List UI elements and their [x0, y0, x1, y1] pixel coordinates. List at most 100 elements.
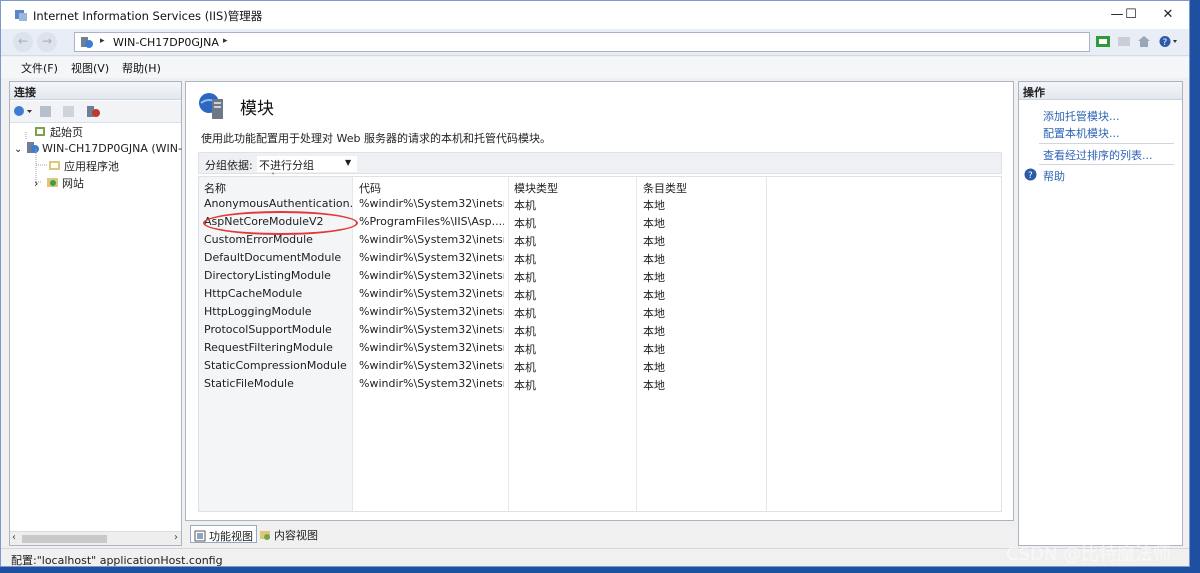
- table-row[interactable]: DefaultDocumentModule %windir%\System32\i…: [199, 249, 779, 267]
- cell-name: HttpCacheModule: [204, 287, 303, 300]
- modules-panel: 模块 使用此功能配置用于处理对 Web 服务器的请求的本机和托管代码模块。 分组…: [185, 81, 1014, 521]
- menu-bar: 文件(F) 视图(V) 帮助(H): [1, 57, 1189, 78]
- window-title: Internet Information Services (IIS)管理器: [33, 9, 263, 23]
- close-button[interactable]: ✕: [1145, 1, 1189, 29]
- cell-name: DirectoryListingModule: [204, 269, 331, 282]
- col-header-name[interactable]: 名称: [204, 180, 226, 196]
- tree-app-pools[interactable]: 应用程序池: [48, 158, 119, 174]
- highlight-circle: [203, 211, 358, 235]
- configure-native-modules-link[interactable]: 配置本机模块...: [1043, 125, 1120, 141]
- menu-view[interactable]: 视图(V): [71, 60, 109, 76]
- page-title: 模块: [240, 99, 274, 119]
- actions-header: 操作: [1019, 82, 1182, 100]
- back-button[interactable]: ←: [13, 32, 33, 52]
- save-icon[interactable]: [39, 105, 52, 118]
- cell-module-type: 本机: [514, 235, 536, 248]
- cell-entry-type: 本地: [643, 343, 665, 356]
- view-tabs: 功能视图 内容视图: [185, 522, 1014, 544]
- menu-file[interactable]: 文件(F): [21, 60, 58, 76]
- up-icon[interactable]: [62, 105, 75, 118]
- connections-hscrollbar[interactable]: ‹ ›: [10, 531, 181, 545]
- col-header-module-type[interactable]: 模块类型: [514, 180, 558, 196]
- svg-text:?: ?: [1163, 38, 1168, 48]
- cell-code: %windir%\System32\inetsr...: [359, 251, 504, 264]
- cell-entry-type: 本地: [643, 307, 665, 320]
- cell-entry-type: 本地: [643, 379, 665, 392]
- menu-help[interactable]: 帮助(H): [122, 60, 161, 76]
- col-header-code[interactable]: 代码: [359, 180, 381, 196]
- table-row[interactable]: StaticCompressionModule %windir%\System32…: [199, 357, 779, 375]
- group-by-select[interactable]: 不进行分组 ▼: [257, 156, 357, 172]
- table-row[interactable]: HttpLoggingModule %windir%\System32\inets…: [199, 303, 779, 321]
- home-icon[interactable]: [1137, 35, 1151, 48]
- group-by-value: 不进行分组: [259, 159, 314, 172]
- cell-module-type: 本机: [514, 325, 536, 338]
- tab-content-view[interactable]: 内容视图: [256, 525, 321, 543]
- cell-entry-type: 本地: [643, 199, 665, 212]
- iis-manager-window: Internet Information Services (IIS)管理器 —…: [0, 0, 1190, 567]
- breadcrumb-server[interactable]: WIN-CH17DP0GJNA: [113, 36, 219, 49]
- stop-icon[interactable]: [1117, 35, 1131, 48]
- features-view-icon: [194, 530, 206, 542]
- tab-label: 功能视图: [209, 530, 253, 543]
- disconnect-icon[interactable]: [86, 105, 101, 118]
- table-row[interactable]: StaticFileModule %windir%\System32\inetsr…: [199, 375, 779, 393]
- content-view-icon: [260, 531, 270, 540]
- view-ordered-list-link[interactable]: 查看经过排序的列表...: [1043, 147, 1153, 163]
- cell-name: ProtocolSupportModule: [204, 323, 332, 336]
- forward-button[interactable]: →: [37, 32, 57, 52]
- tab-label: 内容视图: [274, 529, 318, 542]
- breadcrumb-separator[interactable]: ▸: [100, 36, 105, 46]
- cell-name: RequestFilteringModule: [204, 341, 333, 354]
- table-header: 名称 ˄ 代码 模块类型 条目类型: [199, 172, 779, 196]
- help-dropdown-icon[interactable]: ?: [1159, 35, 1179, 48]
- cell-code: %ProgramFiles%\IIS\Asp....: [359, 215, 504, 228]
- connections-toolbar: [10, 101, 181, 123]
- connections-panel: 连接 起始页 ⌄ WIN-CH17DP0GJNA (WIN- 应用程序池 › 网站 …: [9, 81, 182, 546]
- cell-entry-type: 本地: [643, 217, 665, 230]
- col-header-entry-type[interactable]: 条目类型: [643, 180, 687, 196]
- cell-module-type: 本机: [514, 379, 536, 392]
- cell-entry-type: 本地: [643, 253, 665, 266]
- watermark: CSDN @比特魔法师: [1006, 544, 1172, 565]
- scroll-right-arrow[interactable]: ›: [174, 532, 178, 543]
- cell-name: DefaultDocumentModule: [204, 251, 342, 264]
- connect-dropdown-icon[interactable]: [13, 105, 35, 118]
- cell-code: %windir%\System32\inetsr...: [359, 341, 504, 354]
- add-managed-module-link[interactable]: 添加托管模块...: [1043, 108, 1120, 124]
- modules-table: 名称 ˄ 代码 模块类型 条目类型 AnonymousAuthenticatio…: [198, 172, 1002, 512]
- cell-code: %windir%\System32\inetsr...: [359, 305, 504, 318]
- table-row[interactable]: HttpCacheModule %windir%\System32\inetsr.…: [199, 285, 779, 303]
- table-row[interactable]: DirectoryListingModule %windir%\System32\…: [199, 267, 779, 285]
- tree-lines: [25, 132, 48, 183]
- cell-module-type: 本机: [514, 271, 536, 284]
- cell-name: StaticCompressionModule: [204, 359, 347, 372]
- address-bar-row: ← → ▸ WIN-CH17DP0GJNA ▸ ?: [1, 29, 1189, 56]
- tab-features-view[interactable]: 功能视图: [190, 525, 257, 543]
- tree-label: 起始页: [50, 126, 83, 139]
- cell-code: %windir%\System32\inetsr...: [359, 269, 504, 282]
- page-description: 使用此功能配置用于处理对 Web 服务器的请求的本机和托管代码模块。: [201, 132, 551, 145]
- group-by-bar: 分组依据: 不进行分组 ▼: [198, 152, 1002, 174]
- help-link[interactable]: 帮助: [1043, 168, 1065, 184]
- cell-module-type: 本机: [514, 289, 536, 302]
- table-row[interactable]: ProtocolSupportModule %windir%\System32\i…: [199, 321, 779, 339]
- tree-label: 应用程序池: [64, 160, 119, 173]
- cell-module-type: 本机: [514, 343, 536, 356]
- cell-module-type: 本机: [514, 199, 536, 212]
- cell-code: %windir%\System32\inetsr...: [359, 323, 504, 336]
- divider: [1039, 164, 1174, 165]
- breadcrumb-separator[interactable]: ▸: [223, 36, 228, 46]
- address-bar[interactable]: ▸ WIN-CH17DP0GJNA ▸: [74, 32, 1090, 52]
- scroll-left-arrow[interactable]: ‹: [12, 532, 16, 543]
- scroll-thumb[interactable]: [22, 535, 107, 543]
- cell-code: %windir%\System32\inetsr...: [359, 377, 504, 390]
- cell-name: AnonymousAuthentication...: [204, 197, 354, 210]
- cell-entry-type: 本地: [643, 271, 665, 284]
- tree-label: 网站: [62, 177, 84, 190]
- refresh-icon[interactable]: [1096, 35, 1110, 48]
- table-row[interactable]: RequestFilteringModule %windir%\System32\…: [199, 339, 779, 357]
- title-bar: Internet Information Services (IIS)管理器 —…: [1, 1, 1189, 29]
- cell-code: %windir%\System32\inetsr...: [359, 233, 504, 246]
- modules-icon: [199, 93, 223, 119]
